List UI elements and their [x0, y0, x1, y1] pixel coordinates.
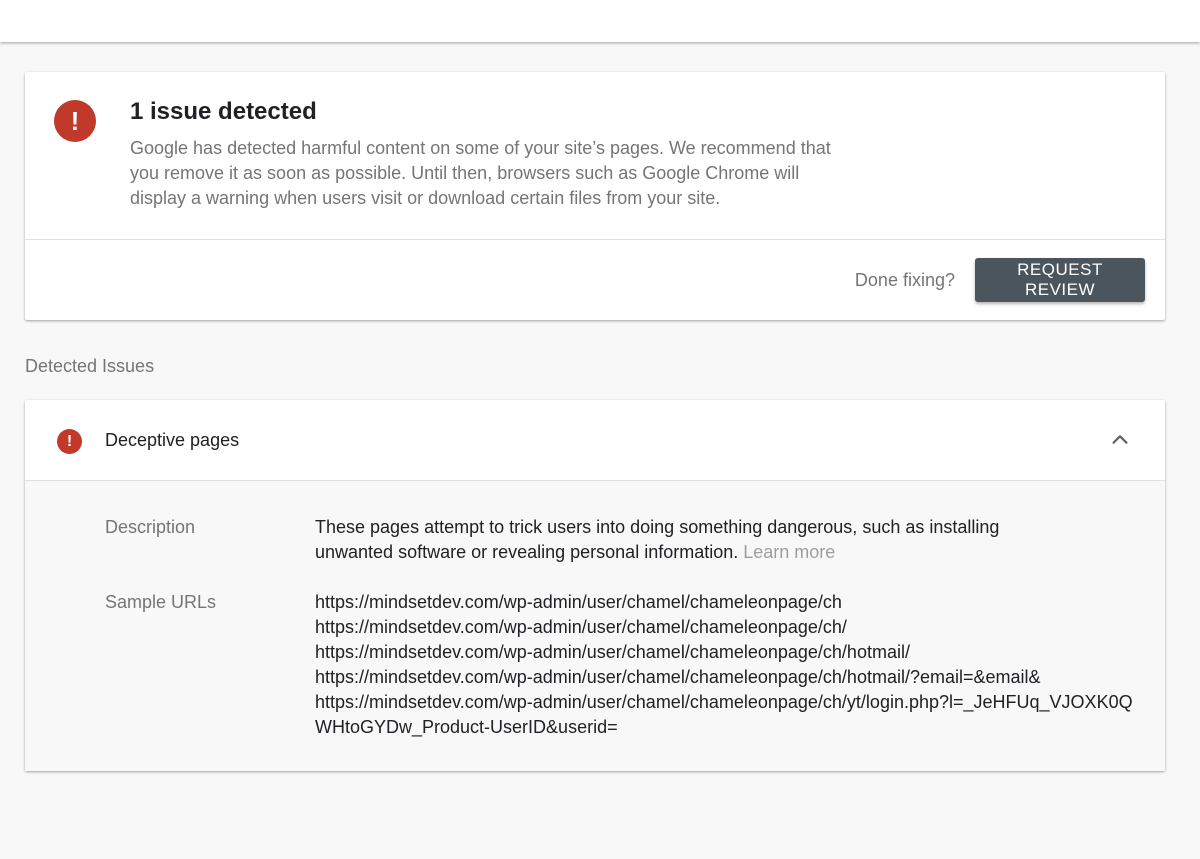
issue-summary-card: ! 1 issue detected Google has detected h…: [25, 72, 1165, 320]
chevron-up-icon[interactable]: [1109, 428, 1131, 450]
detected-issue-card: ! Deceptive pages Description These page…: [25, 400, 1165, 771]
done-fixing-label: Done fixing?: [854, 270, 955, 290]
top-app-bar: [0, 0, 1200, 42]
summary-content: ! 1 issue detected Google has detected h…: [25, 72, 1165, 240]
summary-actions: Done fixing? REQUEST REVIEW: [25, 240, 1165, 320]
sample-url-list: https://mindsetdev.com/wp-admin/user/cha…: [315, 590, 1145, 740]
alert-circle-icon: !: [54, 100, 96, 142]
description-label: Description: [105, 517, 196, 537]
issue-header-deceptive-pages[interactable]: ! Deceptive pages: [25, 400, 1165, 481]
sample-url: https://mindsetdev.com/wp-admin/user/cha…: [315, 642, 910, 662]
summary-description: Google has detected harmful content on s…: [130, 138, 831, 208]
sample-url: https://mindsetdev.com/wp-admin/user/cha…: [315, 692, 1133, 737]
request-review-button[interactable]: REQUEST REVIEW: [975, 258, 1145, 302]
issue-title: Deceptive pages: [105, 430, 240, 450]
alert-circle-icon: !: [57, 429, 82, 454]
sample-url: https://mindsetdev.com/wp-admin/user/cha…: [315, 592, 842, 612]
description-text: These pages attempt to trick users into …: [315, 515, 1075, 565]
issue-details: Description These pages attempt to trick…: [25, 481, 1165, 771]
summary-title: 1 issue detected: [130, 98, 317, 125]
detected-issues-heading: Detected Issues: [25, 356, 155, 376]
sample-url: https://mindsetdev.com/wp-admin/user/cha…: [315, 617, 847, 637]
learn-more-link[interactable]: Learn more: [743, 542, 835, 562]
sample-url: https://mindsetdev.com/wp-admin/user/cha…: [315, 667, 1041, 687]
sample-urls-label: Sample URLs: [105, 592, 217, 612]
description-body: These pages attempt to trick users into …: [315, 517, 1000, 562]
